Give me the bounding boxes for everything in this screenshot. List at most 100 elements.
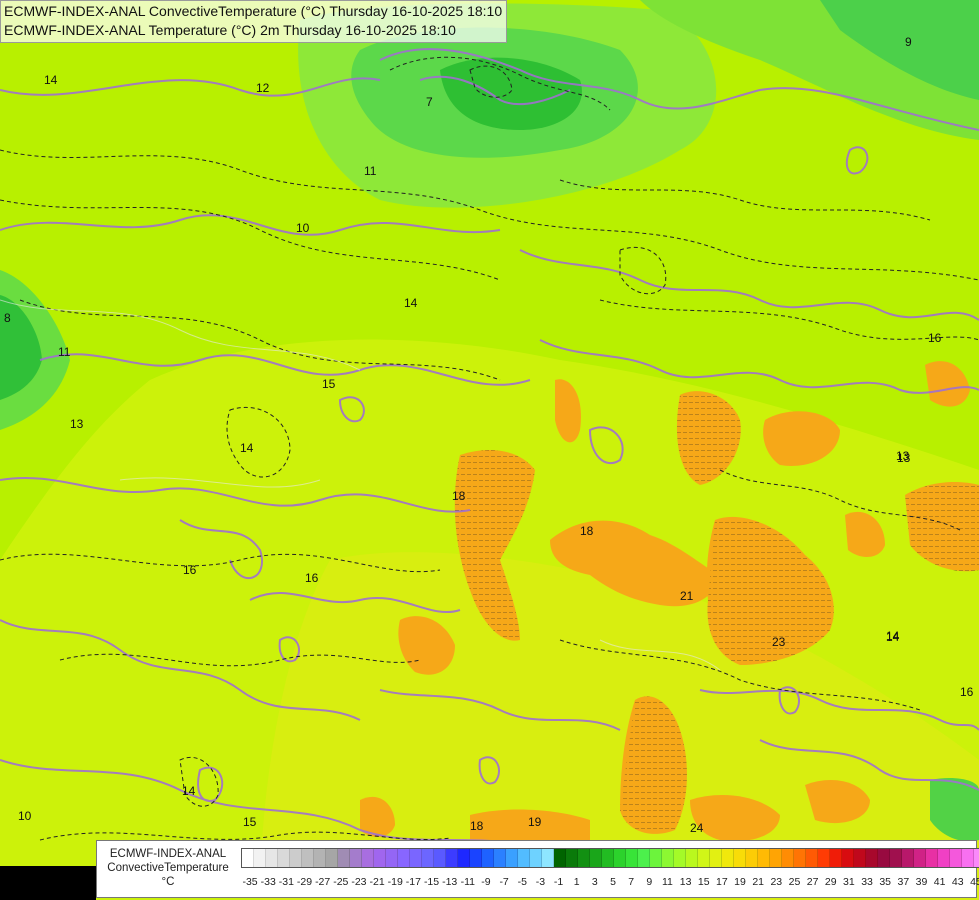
legend-swatch [734, 849, 746, 867]
color-legend: ECMWF-INDEX-ANAL ConvectiveTemperature °… [96, 840, 979, 898]
legend-swatch [890, 849, 902, 867]
contour-label: 7 [426, 95, 433, 109]
legend-swatch [542, 849, 554, 867]
legend-tick-label: -7 [499, 876, 509, 888]
legend-tick-label: 17 [716, 876, 728, 888]
weather-map: 14 12 9 11 10 8 13 14 15 16 14 16 18 18 … [0, 0, 979, 900]
legend-tick-label: -23 [351, 876, 367, 888]
legend-tick-label: -21 [369, 876, 385, 888]
contour-label: 21 [680, 589, 694, 603]
legend-swatch [626, 849, 638, 867]
legend-tick-label: -3 [535, 876, 546, 888]
legend-tick-label: -31 [278, 876, 294, 888]
contour-label: 14 [886, 629, 900, 643]
legend-tick-label: 1 [573, 876, 580, 888]
contour-label: 11 [364, 164, 377, 178]
legend-swatch [290, 849, 302, 867]
legend-tick-label: 43 [951, 876, 964, 888]
legend-tick-label: -19 [387, 876, 403, 888]
legend-swatch [506, 849, 518, 867]
title-line-convective: ECMWF-INDEX-ANAL ConvectiveTemperature (… [4, 3, 503, 19]
legend-swatch [650, 849, 662, 867]
legend-tick-label: 37 [897, 876, 910, 888]
legend-swatch [518, 849, 530, 867]
legend-swatch [410, 849, 422, 867]
legend-color-scale [241, 848, 979, 868]
legend-swatch [638, 849, 650, 867]
legend-tick-label: 29 [824, 876, 837, 888]
legend-swatch [590, 849, 602, 867]
contour-label: 9 [905, 35, 912, 49]
contour-label: 12 [256, 81, 270, 95]
legend-tick-label: -5 [517, 876, 527, 888]
contour-label: 18 [452, 489, 466, 503]
legend-tick-label: 11 [661, 876, 673, 888]
legend-swatch [806, 849, 818, 867]
legend-swatch [482, 849, 494, 867]
legend-swatch [338, 849, 350, 867]
legend-tick-label: -35 [242, 876, 258, 888]
contour-label: 16 [183, 563, 197, 577]
legend-model: ECMWF-INDEX-ANAL [109, 848, 227, 860]
legend-parameter: ConvectiveTemperature [107, 862, 229, 874]
legend-swatch [974, 849, 979, 867]
legend-tick-label: -1 [553, 876, 564, 888]
legend-swatch [914, 849, 926, 867]
legend-tick-label: -17 [405, 876, 421, 888]
legend-tick-label: 21 [752, 876, 764, 888]
legend-swatch [530, 849, 542, 867]
legend-swatch [386, 849, 398, 867]
legend-label: ECMWF-INDEX-ANAL ConvectiveTemperature °… [103, 847, 233, 889]
legend-swatch [554, 849, 566, 867]
contour-label: 23 [772, 635, 786, 649]
legend-tick-label: 39 [915, 876, 928, 888]
legend-swatch [866, 849, 878, 867]
legend-swatch [698, 849, 710, 867]
legend-swatch [434, 849, 446, 867]
legend-swatch [326, 849, 338, 867]
legend-tick-label: -9 [481, 876, 491, 888]
legend-swatch [686, 849, 698, 867]
legend-tick-label: 23 [770, 876, 783, 888]
legend-tick-label: 45 [970, 876, 979, 888]
legend-swatch [950, 849, 962, 867]
legend-tick-label: -27 [315, 876, 331, 888]
contour-label: 11 [58, 345, 71, 359]
legend-tick-labels: -35 -33 -31 -29 -27 -25 -23 -21 -19 -17 -15 -13 -11-… [241, 876, 979, 890]
legend-swatch [266, 849, 278, 867]
legend-tick-label: 9 [646, 876, 653, 888]
legend-swatch [938, 849, 950, 867]
corner-mask [0, 866, 96, 900]
contour-label: 19 [528, 815, 542, 829]
legend-swatch [962, 849, 974, 867]
legend-swatch [722, 849, 734, 867]
legend-swatch [494, 849, 506, 867]
legend-swatch [302, 849, 314, 867]
legend-swatch [242, 849, 254, 867]
contour-label: 13 [896, 449, 910, 463]
legend-swatch [662, 849, 674, 867]
legend-swatch [746, 849, 758, 867]
legend-swatch [446, 849, 458, 867]
legend-tick-label: 15 [697, 876, 710, 888]
legend-swatch [278, 849, 290, 867]
legend-swatch [374, 849, 386, 867]
legend-tick-label: 31 [843, 876, 855, 888]
legend-swatch [770, 849, 782, 867]
legend-swatch [398, 849, 410, 867]
legend-swatch [782, 849, 794, 867]
legend-unit: °C [161, 876, 175, 888]
contour-label: 14 [240, 441, 254, 455]
legend-swatch [614, 849, 626, 867]
legend-swatch [830, 849, 842, 867]
legend-tick-label: -33 [260, 876, 276, 888]
contour-label: 24 [690, 821, 704, 835]
legend-swatch [842, 849, 854, 867]
contour-label: 18 [580, 524, 594, 538]
legend-tick-label: 27 [806, 876, 819, 888]
legend-swatch [314, 849, 326, 867]
legend-swatch [794, 849, 806, 867]
legend-swatch [566, 849, 578, 867]
legend-swatch [350, 849, 362, 867]
legend-tick-label: -15 [423, 876, 440, 888]
